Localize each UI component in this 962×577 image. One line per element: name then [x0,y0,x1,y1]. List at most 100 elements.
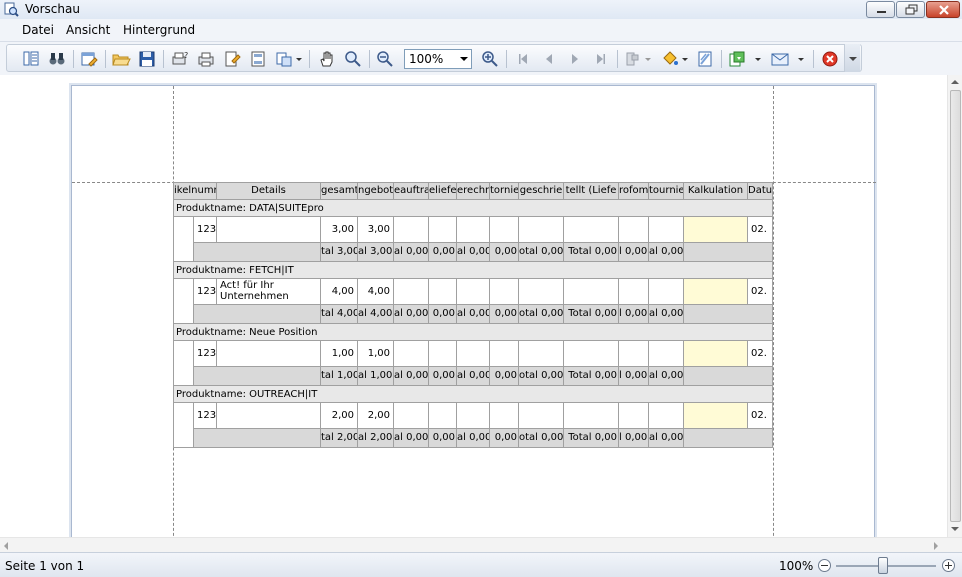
toolbar-separator [506,50,507,68]
vertical-scrollbar[interactable] [947,75,962,537]
hand-tool-button[interactable] [317,49,337,69]
total-cell: otal 0,00 [519,243,564,262]
total-cell: 0,00 [490,243,519,262]
total-cell: otal 0,00 [519,305,564,324]
minimize-button[interactable] [866,1,895,18]
total-cell: al 0,00 [649,429,684,448]
close-preview-button[interactable] [820,49,840,69]
minimize-icon [877,11,886,13]
page-setup-button[interactable] [222,49,242,69]
zoom-out-icon [377,51,393,67]
preview-area[interactable]: ikelnumrDetailsgesamtngeboteeauftraelief… [0,75,947,537]
scroll-down-icon[interactable] [951,527,959,531]
previous-page-icon [546,54,552,64]
scroll-right-icon[interactable] [934,542,938,550]
magnifier-icon [345,51,361,67]
total-cell: 0,00 [490,305,519,324]
column-header: eliefe [429,182,457,200]
zoom-minus-icon[interactable] [818,559,831,572]
totals-spacer [194,305,321,324]
row-indent [173,403,194,448]
data-cell [394,341,429,367]
scroll-up-icon[interactable] [951,80,959,84]
multi-page-button[interactable] [274,49,294,69]
watermark-button[interactable] [695,49,715,69]
open-button[interactable] [111,49,131,69]
menu-ansicht[interactable]: Ansicht [66,23,110,38]
status-zoom-value: 100% [779,559,814,573]
vertical-scroll-thumb[interactable] [950,90,961,522]
zoom-out-button[interactable] [375,49,395,69]
data-cell [490,279,519,305]
totals-spacer [194,429,321,448]
data-cell [457,341,490,367]
column-header: gesamt [321,182,358,200]
previous-page-button[interactable] [539,49,559,69]
row-indent [173,341,194,386]
zoom-combo[interactable]: 100% [404,49,472,69]
total-cell: al 1,00 [358,367,394,386]
data-cell [519,279,564,305]
scroll-left-icon[interactable] [4,542,8,550]
export-button[interactable] [727,49,747,69]
folder-open-icon [112,54,131,66]
group-header: Produktname: DATA|SUITEpro [173,200,773,217]
multi-page-dropdown[interactable] [294,49,304,69]
column-header: ikelnumr [173,182,217,200]
column-header: Kalkulation [684,182,748,200]
toolbar-separator [813,50,814,68]
gesamt-cell: 1,00 [321,341,358,367]
horizontal-scrollbar[interactable] [0,537,962,552]
menu-datei[interactable]: Datei [22,23,54,38]
document-map-icon [23,51,39,66]
fill-background-button[interactable] [660,49,680,69]
totals-spacer [684,243,773,262]
data-cell [457,403,490,429]
total-cell: 0,00 [429,367,457,386]
parameters-button[interactable] [79,49,99,69]
print-button[interactable] [196,49,216,69]
details-cell [217,217,321,243]
zoom-plus-icon[interactable] [942,559,955,572]
first-page-button[interactable] [513,49,533,69]
chevron-down-icon[interactable] [460,57,468,61]
magnifier-button[interactable] [343,49,363,69]
backward-dropdown[interactable] [643,49,653,69]
page-layout-button[interactable] [248,49,268,69]
close-window-button[interactable] [926,1,960,18]
last-page-button[interactable] [591,49,611,69]
chevron-down-icon [798,58,804,61]
send-email-dropdown[interactable] [796,49,806,69]
toolbar-separator [309,50,310,68]
save-button[interactable] [137,49,157,69]
zoom-in-button[interactable] [480,49,500,69]
print-icon [198,52,214,67]
column-header: tellt (Liefe [564,182,619,200]
backward-icon [626,52,639,66]
column-header: erechn [457,182,490,200]
fill-background-dropdown[interactable] [680,49,690,69]
page-layout-icon [251,51,265,67]
export-dropdown[interactable] [753,49,763,69]
backward-button[interactable] [623,49,643,69]
total-cell: al 0,00 [649,243,684,262]
column-header: Datur [748,182,773,200]
total-cell: 0,00 [429,429,457,448]
zoom-slider-thumb[interactable] [878,557,888,574]
toolbar-overflow-button[interactable] [844,44,860,72]
data-cell [490,403,519,429]
kalkulation-cell [684,279,748,305]
datum-cell: 02. [748,403,773,429]
menu-hintergrund[interactable]: Hintergrund [123,23,195,38]
restore-button[interactable] [896,1,925,18]
total-cell: Total 0,00 [564,367,619,386]
print-dialog-button[interactable]: ? [170,49,190,69]
send-email-button[interactable] [770,49,790,69]
document-map-button[interactable] [21,49,41,69]
total-cell: l 0,00 [619,305,649,324]
find-button[interactable] [47,49,67,69]
next-page-button[interactable] [565,49,585,69]
data-cell [619,279,649,305]
data-cell [429,403,457,429]
chevron-down-icon [296,58,302,61]
